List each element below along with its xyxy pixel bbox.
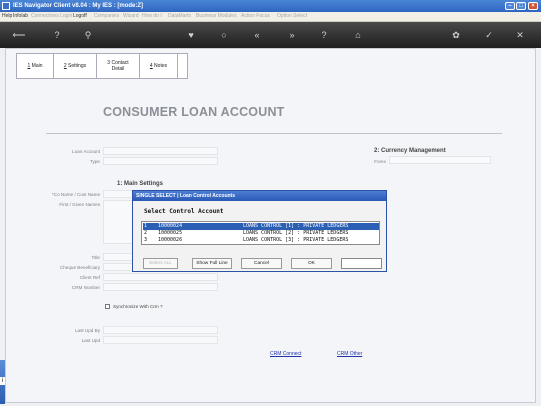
loan-account-label: Loan Account xyxy=(72,149,100,154)
list-item[interactable]: 1 10000024 LOANS CONTROL [1] : PRIVATE L… xyxy=(143,223,379,230)
menu-connections[interactable]: Connections xyxy=(31,12,59,21)
toolbar: ⟵ ? ⚲ ♥ ○ « » ? ⌂ ✿ ✓ ✕ xyxy=(0,22,541,48)
list-item[interactable]: 2 10000025 LOANS CONTROL [2] : PRIVATE L… xyxy=(143,230,379,237)
main-settings-heading: 1: Main Settings xyxy=(117,181,164,187)
first-names-label: First / Given Names xyxy=(59,202,100,207)
menu-infolab[interactable]: Infolab xyxy=(13,12,28,21)
menu-business-modules[interactable]: Business Modules xyxy=(196,12,237,21)
tab-bar: 1 Main 2 Settings 3 Contact Detail 4 Note… xyxy=(16,53,188,79)
currency-section-heading: 2: Currency Management xyxy=(374,148,446,154)
menu-companies[interactable]: Companies xyxy=(94,12,119,21)
rewind-icon[interactable]: « xyxy=(251,29,263,41)
menu-login[interactable]: Login xyxy=(60,12,72,21)
home-icon[interactable]: ⌂ xyxy=(352,29,364,41)
sync-crm-label: Synchronize With Crm ? xyxy=(113,304,163,309)
menu-option-select[interactable]: Option Select xyxy=(277,12,307,21)
menu-wizard[interactable]: Wizard xyxy=(123,12,139,21)
close-icon[interactable]: ✕ xyxy=(514,29,526,41)
crm-number-field[interactable] xyxy=(103,283,218,291)
search-icon[interactable]: ⚲ xyxy=(82,29,94,41)
menu-logoff[interactable]: Logoff xyxy=(73,12,87,21)
menu-action-focus[interactable]: Action Focus xyxy=(241,12,270,21)
last-upd-by-label: Last Upd By xyxy=(74,328,100,333)
heart-icon[interactable]: ♥ xyxy=(185,29,197,41)
forex-field[interactable] xyxy=(389,156,491,164)
type-field[interactable] xyxy=(103,157,218,165)
dialog-title: SINGLE SELECT | Loan Control Accounts xyxy=(133,191,386,201)
app-window: IES Navigator Client v8.04 : My IES : [m… xyxy=(0,0,541,406)
close-button[interactable]: × xyxy=(528,2,538,10)
control-account-list: 1 10000024 LOANS CONTROL [1] : PRIVATE L… xyxy=(141,221,380,245)
tab-settings[interactable]: 2 Settings xyxy=(54,54,97,78)
fast-forward-icon[interactable]: » xyxy=(286,29,298,41)
last-upd-label: Last Upd xyxy=(81,338,100,343)
menu-help[interactable]: Help xyxy=(2,12,12,21)
select-all-button[interactable]: Select ALL xyxy=(143,258,178,269)
cheque-beneficiary-label: Cheque Beneficiary xyxy=(59,265,100,270)
help-icon[interactable]: ? xyxy=(318,29,330,41)
menu-bar: Help Infolab Connections Login Logoff Co… xyxy=(0,12,541,22)
crm-other-link[interactable]: CRM Other xyxy=(337,351,362,357)
crm-number-label: CRM Number xyxy=(71,285,100,290)
info-icon[interactable]: i xyxy=(0,377,5,385)
menu-how-do-i[interactable]: How do I xyxy=(142,12,162,21)
show-full-line-button[interactable]: Show Full Line xyxy=(192,258,232,269)
ok-button[interactable]: OK xyxy=(291,258,332,269)
title-divider xyxy=(46,133,502,134)
side-strip: i xyxy=(0,360,5,404)
last-upd-by-field[interactable] xyxy=(103,326,218,334)
gear-icon[interactable]: ✿ xyxy=(450,29,462,41)
circle-icon[interactable]: ○ xyxy=(218,29,230,41)
minimize-button[interactable]: – xyxy=(505,2,515,10)
sync-crm-checkbox[interactable] xyxy=(105,304,110,309)
maximize-button[interactable]: □ xyxy=(516,2,526,10)
single-select-dialog: SINGLE SELECT | Loan Control Accounts Se… xyxy=(132,190,387,272)
title-field-label: Title xyxy=(91,255,100,260)
menu-datamarts[interactable]: DataMarts xyxy=(168,12,191,21)
list-item[interactable]: 3 10000026 LOANS CONTROL [3] : PRIVATE L… xyxy=(143,237,379,244)
type-label: Type xyxy=(90,159,100,164)
cancel-button[interactable]: Cancel xyxy=(241,258,282,269)
check-icon[interactable]: ✓ xyxy=(483,29,495,41)
tab-contact-detail[interactable]: 3 Contact Detail xyxy=(97,54,140,78)
window-title: IES Navigator Client v8.04 : My IES : [m… xyxy=(13,3,144,9)
crm-connect-link[interactable]: CRM Connect xyxy=(270,351,301,357)
co-name-label: *Co Name / Cust Name xyxy=(52,192,100,197)
loan-account-field[interactable] xyxy=(103,147,218,155)
forex-label: Forex xyxy=(374,159,386,164)
tab-notes[interactable]: 4 Notes xyxy=(140,54,178,78)
app-icon xyxy=(2,2,10,10)
page-title: CONSUMER LOAN ACCOUNT xyxy=(103,105,285,119)
back-arrow-icon[interactable]: ⟵ xyxy=(8,29,30,41)
client-ref-field[interactable] xyxy=(103,273,218,281)
selection-input[interactable] xyxy=(341,258,382,269)
client-ref-label: Client Ref xyxy=(79,275,100,280)
dialog-heading: Select Control Account xyxy=(144,208,224,215)
help-icon[interactable]: ? xyxy=(51,29,63,41)
title-bar: IES Navigator Client v8.04 : My IES : [m… xyxy=(0,0,541,12)
tab-main[interactable]: 1 Main xyxy=(17,54,54,78)
last-upd-field[interactable] xyxy=(103,336,218,344)
